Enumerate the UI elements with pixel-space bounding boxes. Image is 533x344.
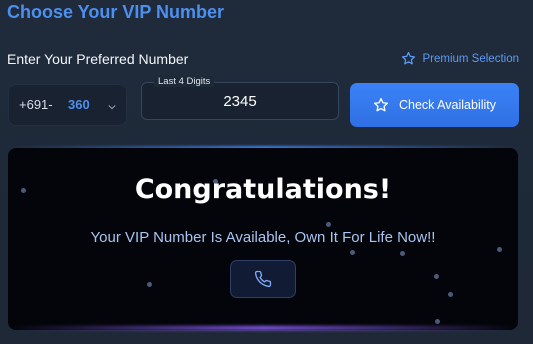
country-prefix: +691- <box>19 97 53 112</box>
availability-message: Your VIP Number Is Available, Own It For… <box>90 229 436 246</box>
last-digits-input[interactable] <box>142 83 338 119</box>
premium-selection-label: Premium Selection <box>422 52 519 65</box>
decorative-dot <box>497 247 502 252</box>
decorative-dot <box>400 251 405 256</box>
congratulations-heading: Congratulations! <box>134 174 392 205</box>
decorative-dot <box>448 292 453 297</box>
decorative-dot <box>326 222 331 227</box>
call-button[interactable] <box>230 260 296 298</box>
star-icon <box>373 97 389 113</box>
result-card: Congratulations! Your VIP Number Is Avai… <box>8 148 518 330</box>
chevron-down-icon <box>107 99 117 117</box>
premium-selection-link[interactable]: Premium Selection <box>401 51 519 66</box>
vip-number-page: Choose Your VIP Number Enter Your Prefer… <box>0 0 533 344</box>
star-icon <box>401 51 416 66</box>
decorative-dot <box>147 282 152 287</box>
last-digits-legend: Last 4 Digits <box>154 76 215 87</box>
card-bottom-glow <box>8 326 519 330</box>
page-title: Choose Your VIP Number <box>7 2 225 22</box>
check-availability-button[interactable]: Check Availability <box>350 83 519 127</box>
phone-icon <box>254 270 272 288</box>
check-availability-label: Check Availability <box>398 98 497 112</box>
decorative-dot <box>350 250 355 255</box>
area-code-value: 360 <box>68 97 90 112</box>
decorative-dot <box>435 319 440 324</box>
preferred-number-label: Enter Your Preferred Number <box>7 51 189 67</box>
last-digits-field: Last 4 Digits <box>141 76 339 120</box>
decorative-dot <box>434 274 439 279</box>
area-code-select[interactable]: +691- 360 <box>8 84 127 126</box>
